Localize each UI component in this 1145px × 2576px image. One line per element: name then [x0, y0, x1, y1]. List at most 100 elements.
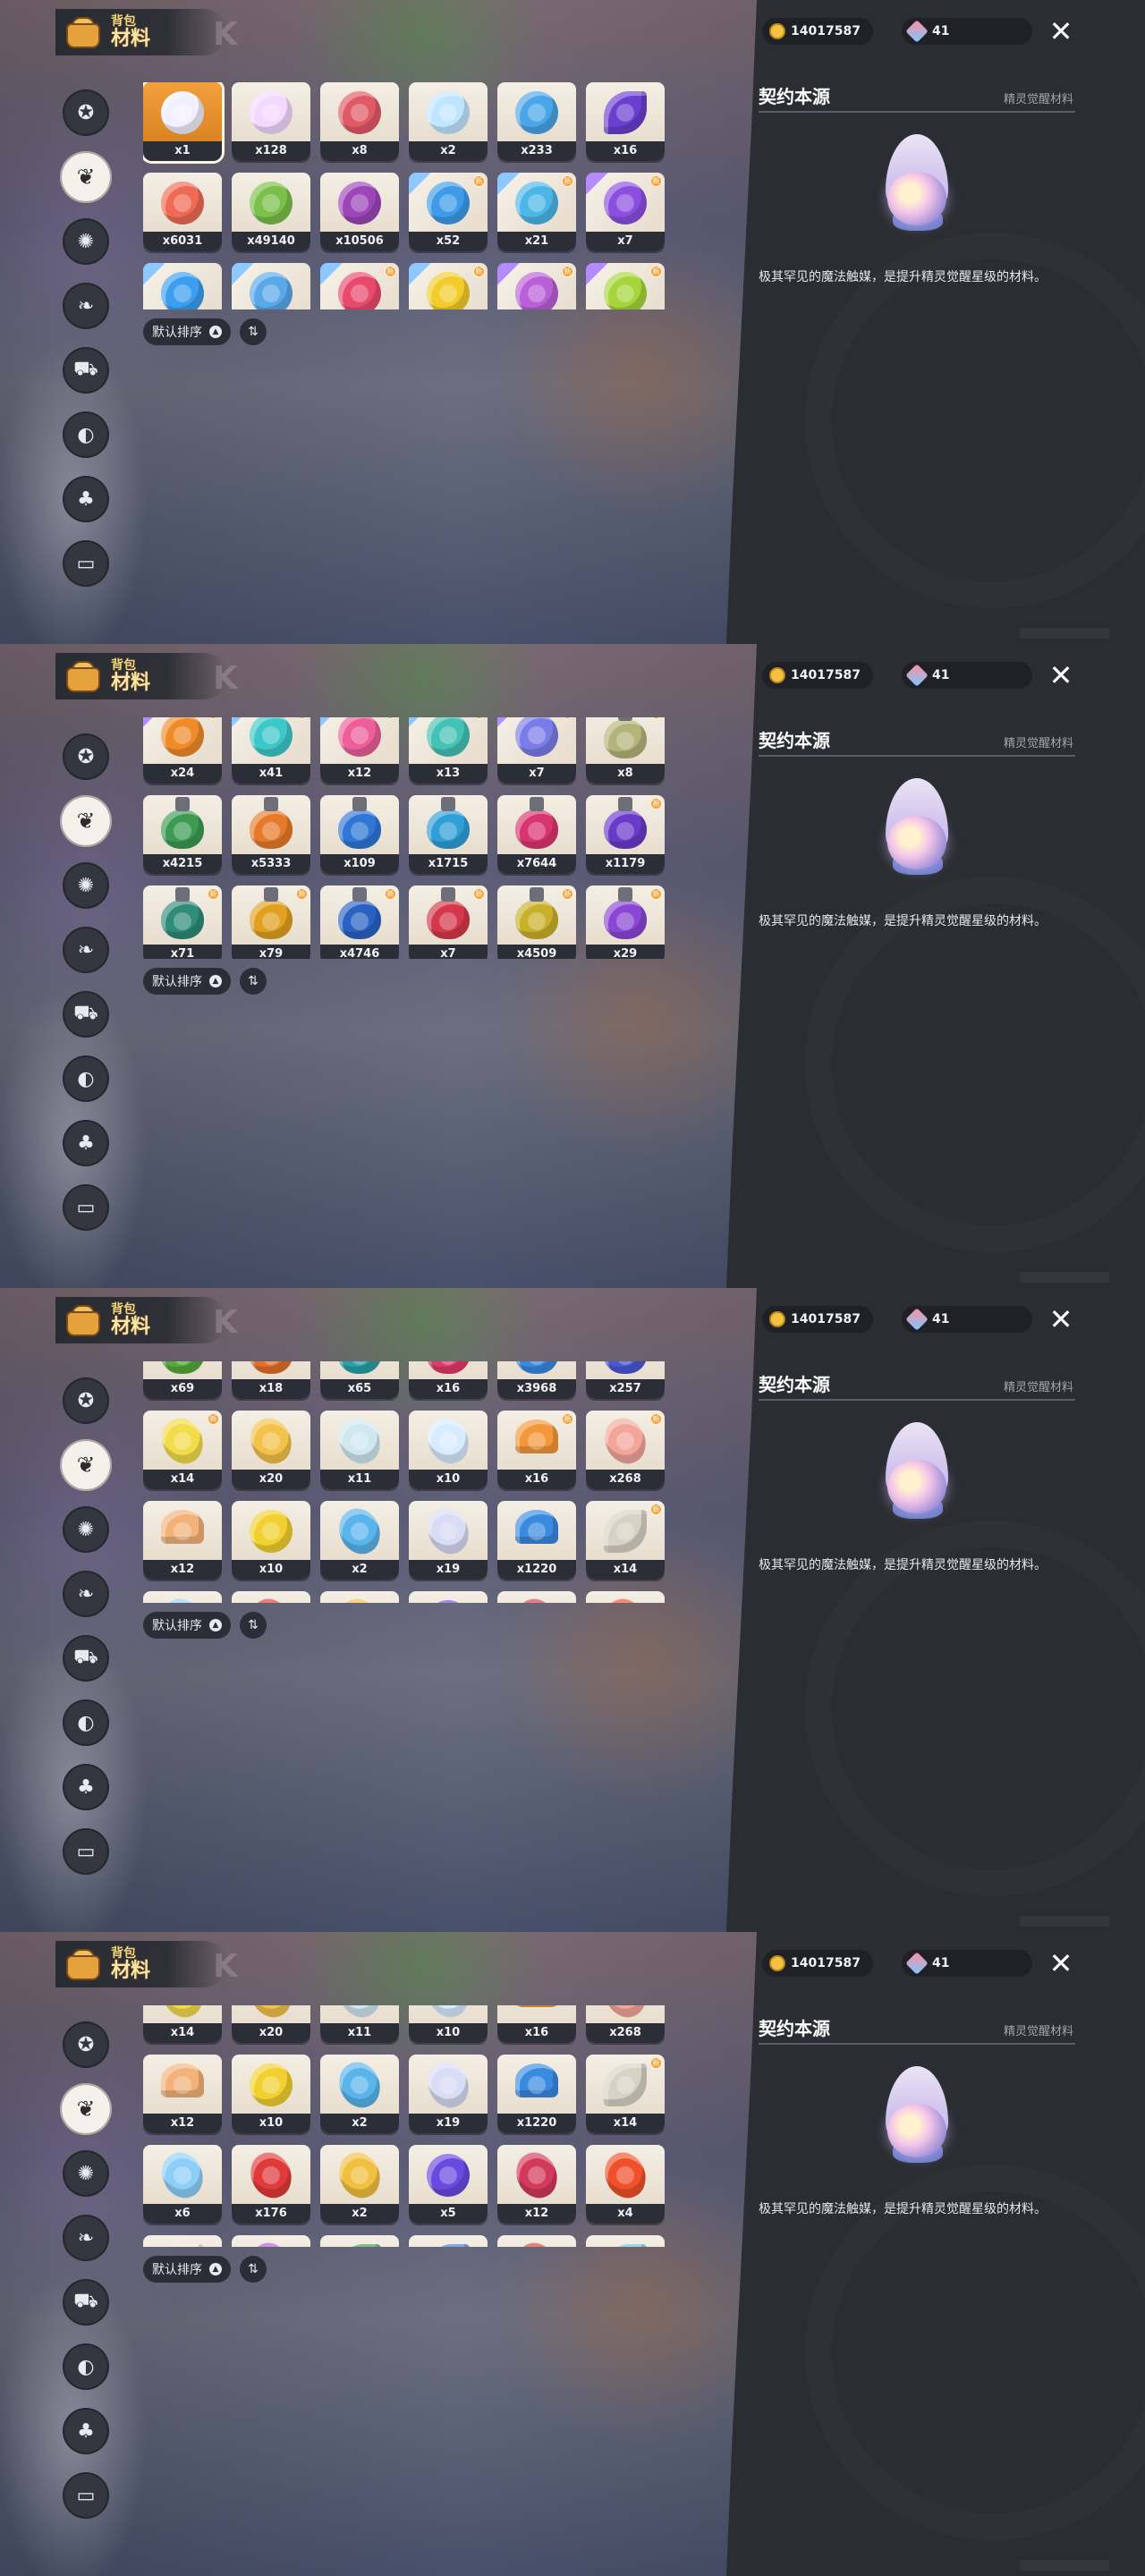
category-gear-icon[interactable]: ✺: [63, 1506, 109, 1553]
category-ball-icon[interactable]: ◐: [63, 411, 109, 458]
item-slot[interactable]: 新x5: [586, 263, 665, 309]
item-slot[interactable]: 新x14: [586, 2055, 665, 2133]
item-slot[interactable]: x109: [320, 795, 399, 874]
item-slot[interactable]: x28: [143, 263, 222, 309]
category-cart-icon[interactable]: ⛟: [63, 347, 109, 394]
item-slot[interactable]: x20: [232, 2005, 310, 2043]
item-slot[interactable]: 新x257: [586, 1361, 665, 1399]
item-slot[interactable]: x2: [320, 2055, 399, 2133]
item-slot[interactable]: x12: [497, 1591, 576, 1603]
category-star-icon[interactable]: ✪: [63, 89, 109, 136]
item-slot[interactable]: 新 x4509: [497, 886, 576, 959]
item-slot[interactable]: x12: [143, 1501, 222, 1580]
item-slot[interactable]: 新x14: [143, 2005, 222, 2043]
item-slot[interactable]: x11: [320, 1411, 399, 1489]
sort-order-toggle[interactable]: ⇅: [240, 1612, 267, 1639]
item-slot[interactable]: x5: [409, 2145, 488, 2224]
item-slot[interactable]: 新 x29: [586, 886, 665, 959]
category-cart-icon[interactable]: ⛟: [63, 991, 109, 1038]
category-sprout-icon[interactable]: ❧: [63, 283, 109, 329]
item-slot[interactable]: x10: [232, 2235, 310, 2247]
close-button[interactable]: ✕: [1045, 16, 1077, 48]
category-chest-icon[interactable]: ▭: [63, 2472, 109, 2519]
category-acorn-icon[interactable]: ♣: [63, 1764, 109, 1810]
category-star-icon[interactable]: ✪: [63, 733, 109, 780]
category-leaf-icon[interactable]: ❦: [59, 1438, 113, 1492]
item-slot[interactable]: x4: [586, 1591, 665, 1603]
category-gear-icon[interactable]: ✺: [63, 2150, 109, 2197]
item-slot[interactable]: x6: [143, 2145, 222, 2224]
item-slot[interactable]: 新x65: [320, 1361, 399, 1399]
item-slot[interactable]: x18: [586, 2235, 665, 2247]
item-slot[interactable]: x6: [143, 1591, 222, 1603]
item-slot[interactable]: 新 x4746: [320, 886, 399, 959]
item-slot[interactable]: x5: [409, 1591, 488, 1603]
item-slot[interactable]: x19: [409, 2055, 488, 2133]
category-chest-icon[interactable]: ▭: [63, 540, 109, 587]
item-slot[interactable]: 新x16: [409, 1361, 488, 1399]
item-slot[interactable]: x2: [320, 1501, 399, 1580]
category-chest-icon[interactable]: ▭: [63, 1828, 109, 1875]
category-chest-icon[interactable]: ▭: [63, 1184, 109, 1231]
sort-order-toggle[interactable]: ⇅: [240, 968, 267, 995]
sort-dropdown[interactable]: 默认排序 ▲: [143, 2256, 231, 2283]
category-sprout-icon[interactable]: ❧: [63, 927, 109, 973]
item-slot[interactable]: x20: [232, 1411, 310, 1489]
sort-order-toggle[interactable]: ⇅: [240, 318, 267, 345]
item-slot[interactable]: 新x31: [497, 263, 576, 309]
item-slot[interactable]: 新x268: [586, 2005, 665, 2043]
item-slot[interactable]: x20: [232, 263, 310, 309]
category-acorn-icon[interactable]: ♣: [63, 2408, 109, 2454]
item-slot[interactable]: 新 x24: [143, 717, 222, 784]
item-slot[interactable]: x5333: [232, 795, 310, 874]
item-slot[interactable]: 新 x7: [586, 173, 665, 251]
item-slot[interactable]: x6031: [143, 173, 222, 251]
category-gear-icon[interactable]: ✺: [63, 862, 109, 909]
category-acorn-icon[interactable]: ♣: [63, 1120, 109, 1166]
item-grid-viewport[interactable]: 新x14x20x11x10新x16新x268x12x10x2x19x1220新x…: [143, 2005, 680, 2247]
item-slot[interactable]: 新x14: [143, 1411, 222, 1489]
item-slot[interactable]: 新 x52: [409, 173, 488, 251]
sort-dropdown[interactable]: 默认排序 ▲: [143, 968, 231, 995]
item-slot[interactable]: x10: [409, 2005, 488, 2043]
close-button[interactable]: ✕: [1045, 660, 1077, 692]
category-star-icon[interactable]: ✪: [63, 2021, 109, 2068]
item-slot[interactable]: x16: [586, 82, 665, 161]
item-slot[interactable]: x2: [320, 2145, 399, 2224]
item-slot[interactable]: x128: [232, 82, 310, 161]
item-slot[interactable]: x4: [320, 2235, 399, 2247]
item-slot[interactable]: 新 x13: [409, 717, 488, 784]
item-slot[interactable]: 新x268: [586, 1411, 665, 1489]
category-gear-icon[interactable]: ✺: [63, 218, 109, 265]
close-button[interactable]: ✕: [1045, 1948, 1077, 1980]
category-cart-icon[interactable]: ⛟: [63, 1635, 109, 1682]
category-ball-icon[interactable]: ◐: [63, 1699, 109, 1746]
item-slot[interactable]: 新x16: [497, 1411, 576, 1489]
item-slot[interactable]: x10: [409, 1411, 488, 1489]
item-slot[interactable]: x2: [320, 1591, 399, 1603]
item-slot[interactable]: 新 x71: [143, 886, 222, 959]
item-slot[interactable]: x1220: [497, 1501, 576, 1580]
category-ball-icon[interactable]: ◐: [63, 1055, 109, 1102]
sort-dropdown[interactable]: 默认排序 ▲: [143, 318, 231, 345]
item-slot[interactable]: x10: [232, 2055, 310, 2133]
item-slot[interactable]: x10506: [320, 173, 399, 251]
item-slot[interactable]: x1220: [497, 2055, 576, 2133]
category-leaf-icon[interactable]: ❦: [59, 150, 113, 204]
item-slot[interactable]: 新x18: [232, 1361, 310, 1399]
category-leaf-icon[interactable]: ❦: [59, 2082, 113, 2136]
item-slot[interactable]: 新x16: [497, 2005, 576, 2043]
item-grid-viewport[interactable]: 新x69新x18新x65新x16新x3968新x257新x14x20x11x10…: [143, 1361, 680, 1603]
sort-order-toggle[interactable]: ⇅: [240, 2256, 267, 2283]
category-leaf-icon[interactable]: ❦: [59, 794, 113, 848]
item-slot[interactable]: x19: [409, 1501, 488, 1580]
category-ball-icon[interactable]: ◐: [63, 2343, 109, 2390]
item-slot[interactable]: x49140: [232, 173, 310, 251]
close-button[interactable]: ✕: [1045, 1304, 1077, 1336]
item-slot[interactable]: x3: [409, 2235, 488, 2247]
item-slot[interactable]: x176: [232, 2145, 310, 2224]
item-slot[interactable]: x12: [143, 2055, 222, 2133]
item-slot[interactable]: x1: [143, 82, 222, 161]
category-star-icon[interactable]: ✪: [63, 1377, 109, 1424]
category-acorn-icon[interactable]: ♣: [63, 476, 109, 522]
